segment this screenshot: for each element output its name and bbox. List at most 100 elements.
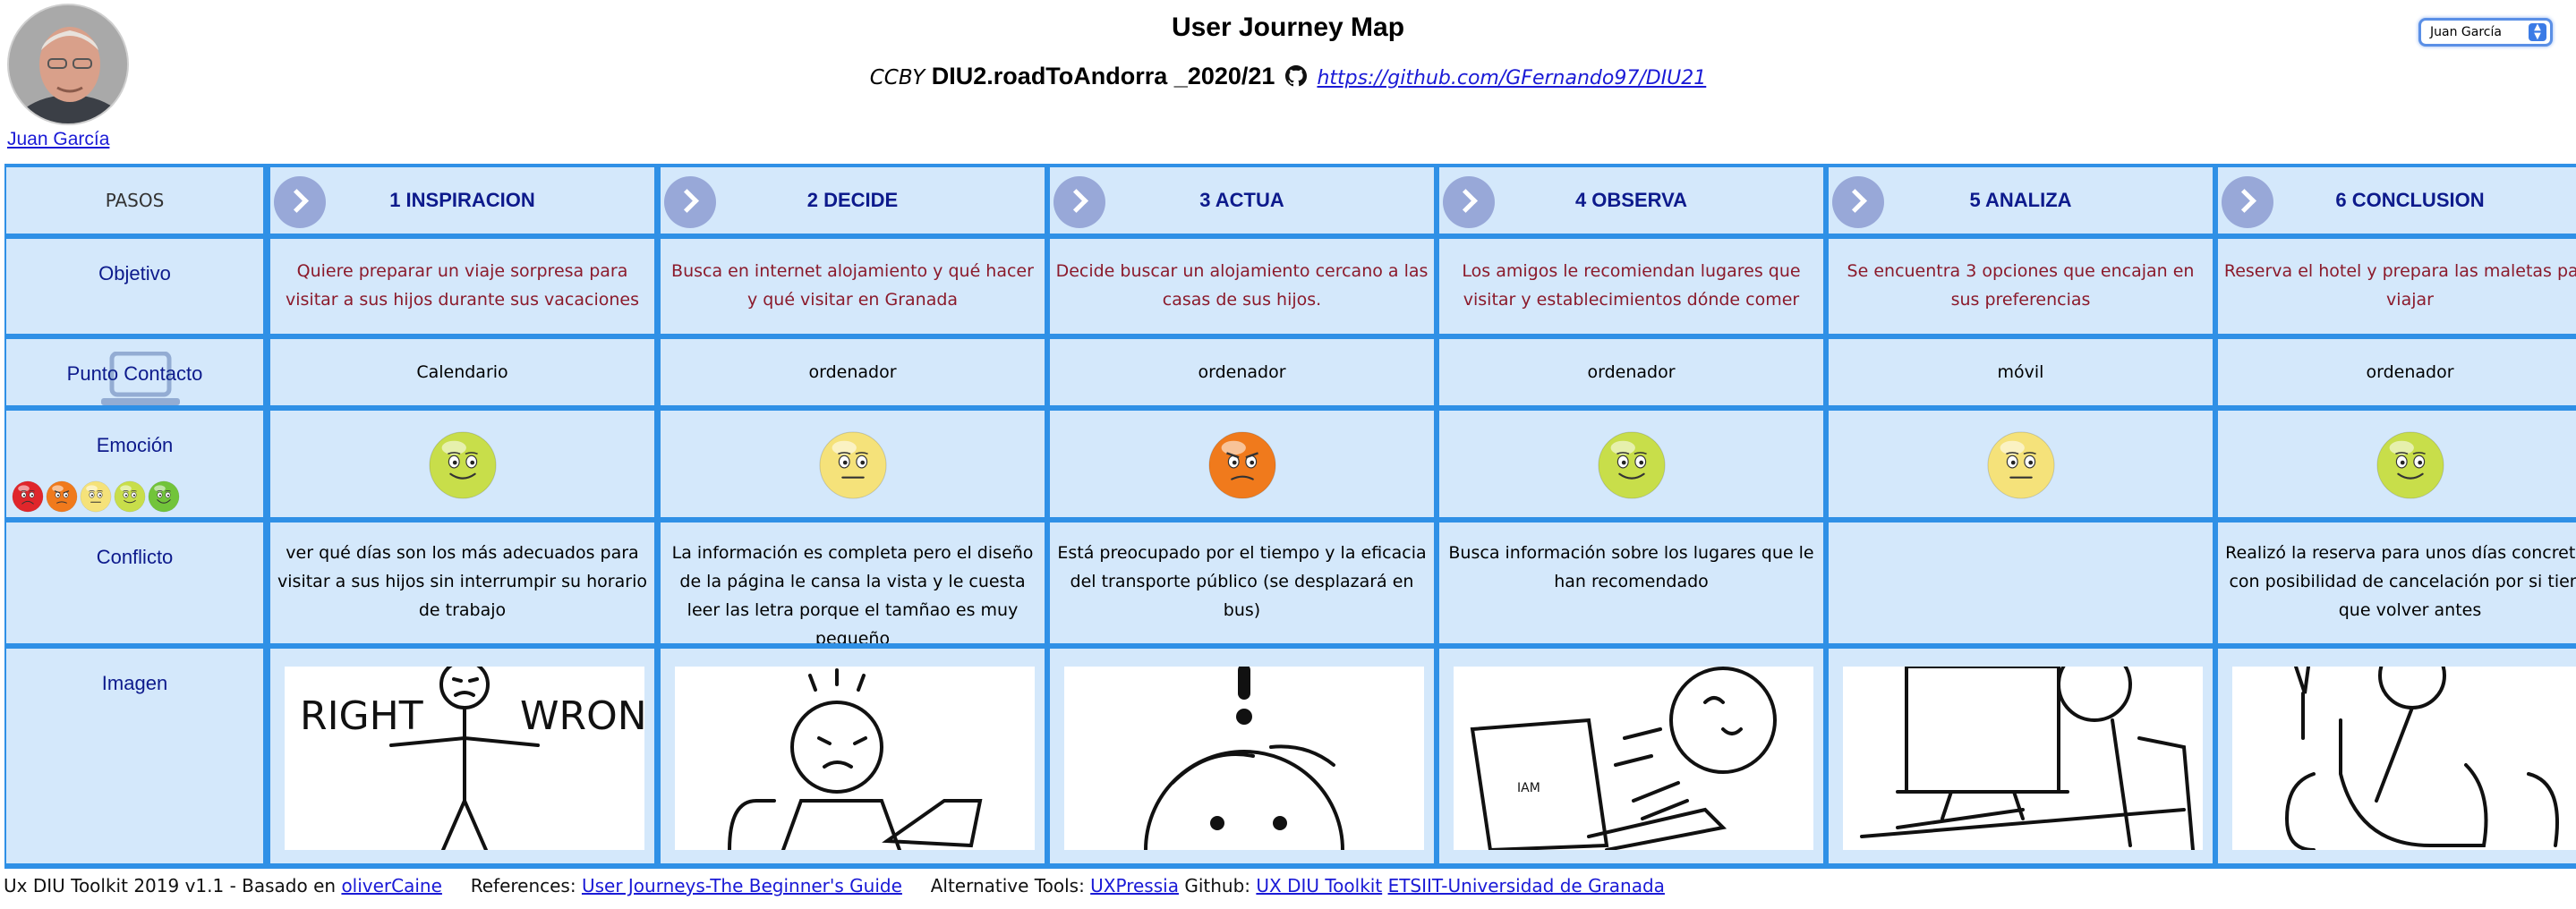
row-label-conflicto-text: Conflicto xyxy=(96,546,174,568)
step-contact-point: móvil xyxy=(1829,339,2213,405)
step-image xyxy=(1050,649,1434,863)
step-objetivo: Quiere preparar un viaje sorpresa para v… xyxy=(270,239,654,334)
step-objetivo: Reserva el hotel y prepara las maletas p… xyxy=(2218,239,2576,334)
step-objetivo: Se encuentra 3 opciones que encajan en s… xyxy=(1829,239,2213,334)
project-name: DIU2.roadToAndorra _2020/21 xyxy=(931,63,1275,89)
chevron-right-icon[interactable] xyxy=(664,176,716,228)
chevron-right-icon[interactable] xyxy=(1832,176,1884,228)
step-title: 1 INSPIRACION xyxy=(389,189,535,211)
step-title: 5 ANALIZA xyxy=(1969,189,2072,211)
footer-toolkit: Ux DIU Toolkit 2019 v1.1 - Basado en xyxy=(4,875,337,896)
step-header[interactable]: 4 OBSERVA xyxy=(1439,167,1823,234)
footer-tools-link[interactable]: UXPressia xyxy=(1090,875,1179,896)
chevron-right-icon[interactable] xyxy=(274,176,326,228)
page-subtitle: CCBY DIU2.roadToAndorra _2020/21 https:/… xyxy=(0,63,2576,90)
step-title: 2 DECIDE xyxy=(806,189,899,211)
emotion-very-sad-icon xyxy=(12,480,44,513)
emotion-neutral-icon xyxy=(80,480,112,513)
step-emotion xyxy=(270,411,654,517)
step-objetivo: Los amigos le recomiendan lugares que vi… xyxy=(1439,239,1823,334)
step-conflicto: La información es completa pero el diseñ… xyxy=(661,522,1045,643)
step-emotion xyxy=(1829,411,2213,517)
sketch-relaxed-stickman-armchair xyxy=(2232,649,2576,852)
step-contact-point: ordenador xyxy=(1050,339,1434,405)
sketch-stickman-typing-laptop: IAM xyxy=(1454,667,1813,853)
step-emotion xyxy=(1439,411,1823,517)
step-contact-point: ordenador xyxy=(661,339,1045,405)
sketch-stickman-desktop-computer xyxy=(1843,649,2203,852)
emotion-neutral-icon xyxy=(1986,431,2055,499)
step-title: 6 CONCLUSION xyxy=(2335,189,2485,211)
laptop-icon xyxy=(101,352,180,405)
emotion-angry-icon xyxy=(46,480,78,513)
row-label-imagen-text: Imagen xyxy=(101,672,168,694)
footer-etsiit-link[interactable]: ETSIIT-Universidad de Granada xyxy=(1388,875,1665,896)
emotion-happy-icon xyxy=(1597,431,1666,499)
step-image: IAM xyxy=(1439,649,1823,863)
svg-text:WRONG: WRONG xyxy=(520,693,644,739)
step-conflicto xyxy=(1829,522,2213,643)
step-emotion xyxy=(2218,411,2576,517)
step-conflicto: Realizó la reserva para unos días concre… xyxy=(2218,522,2576,643)
row-label-pasos-text: PASOS xyxy=(105,190,165,211)
sketch-right-wrong-stickman: RIGHT WRONG xyxy=(285,659,654,852)
step-header[interactable]: 5 ANALIZA xyxy=(1829,167,2213,234)
footer: Ux DIU Toolkit 2019 v1.1 - Basado en oli… xyxy=(4,875,1665,896)
user-select[interactable]: Juan García ▲ ▼ xyxy=(2418,18,2553,47)
footer-references-label: References: xyxy=(470,875,576,896)
step-title: 4 OBSERVA xyxy=(1574,189,1688,211)
page-title: User Journey Map xyxy=(1171,13,1405,42)
row-label-imagen: Imagen xyxy=(6,649,263,863)
user-name-link[interactable]: Juan García xyxy=(7,129,132,150)
row-label-emocion-text: Emoción xyxy=(96,434,174,456)
svg-text:IAM: IAM xyxy=(1517,781,1540,795)
step-image xyxy=(661,649,1045,863)
row-label-emocion: Emoción xyxy=(6,411,263,517)
footer-github-label: Github: xyxy=(1184,875,1251,896)
step-header[interactable]: 1 INSPIRACION xyxy=(270,167,654,234)
emotion-angry-icon xyxy=(1207,431,1276,499)
journey-map-table: PASOS Objetivo Punto Contacto Emoción Confli… xyxy=(4,164,2576,869)
emotion-happy-icon xyxy=(114,480,146,513)
step-image xyxy=(2218,649,2576,863)
chevron-right-icon[interactable] xyxy=(2222,176,2273,228)
step-conflicto: Busca información sobre los lugares que … xyxy=(1439,522,1823,643)
svg-text:RIGHT: RIGHT xyxy=(300,693,423,739)
step-objetivo: Busca en internet alojamiento y qué hace… xyxy=(661,239,1045,334)
row-label-objetivo-text: Objetivo xyxy=(98,262,171,285)
repo-link[interactable]: https://github.com/GFernando97/DIU21 xyxy=(1317,67,1706,89)
step-emotion xyxy=(661,411,1045,517)
step-contact-point: ordenador xyxy=(2218,339,2576,405)
step-image xyxy=(1829,649,2213,863)
footer-references-link[interactable]: User Journeys-The Beginner's Guide xyxy=(582,875,902,896)
step-header[interactable]: 2 DECIDE xyxy=(661,167,1045,234)
step-conflicto: Está preocupado por el tiempo y la efica… xyxy=(1050,522,1434,643)
select-arrows-icon: ▲ ▼ xyxy=(2529,23,2546,41)
row-label-contacto: Punto Contacto xyxy=(6,339,263,405)
step-contact-point: Calendario xyxy=(270,339,654,405)
step-emotion xyxy=(1050,411,1434,517)
step-header[interactable]: 3 ACTUA xyxy=(1050,167,1434,234)
emotion-happy-icon xyxy=(428,431,497,499)
step-contact-point: ordenador xyxy=(1439,339,1823,405)
chevron-right-icon[interactable] xyxy=(1443,176,1495,228)
step-objetivo: Decide buscar un alojamiento cercano a l… xyxy=(1050,239,1434,334)
emotion-happy-icon xyxy=(2376,431,2444,499)
footer-tools-label: Alternative Tools: xyxy=(930,875,1085,896)
license-label: CCBY xyxy=(869,66,925,89)
emotion-scale xyxy=(12,480,180,513)
footer-github-link[interactable]: UX DIU Toolkit xyxy=(1256,875,1382,896)
chevron-right-icon[interactable] xyxy=(1053,176,1105,228)
row-label-objetivo: Objetivo xyxy=(6,239,263,334)
footer-based-on-link[interactable]: oliverCaine xyxy=(341,875,441,896)
emotion-very-happy-icon xyxy=(148,480,180,513)
sketch-frustrated-stickman-laptop xyxy=(675,667,1035,852)
step-title: 3 ACTUA xyxy=(1199,189,1284,211)
user-select-value: Juan García xyxy=(2430,25,2502,39)
step-image: RIGHT WRONG xyxy=(270,649,654,863)
row-label-conflicto: Conflicto xyxy=(6,522,263,643)
row-label-pasos: PASOS xyxy=(6,167,263,234)
emotion-neutral-icon xyxy=(818,431,887,499)
step-conflicto: ver qué días son los más adecuados para … xyxy=(270,522,654,643)
step-header[interactable]: 6 CONCLUSION xyxy=(2218,167,2576,234)
